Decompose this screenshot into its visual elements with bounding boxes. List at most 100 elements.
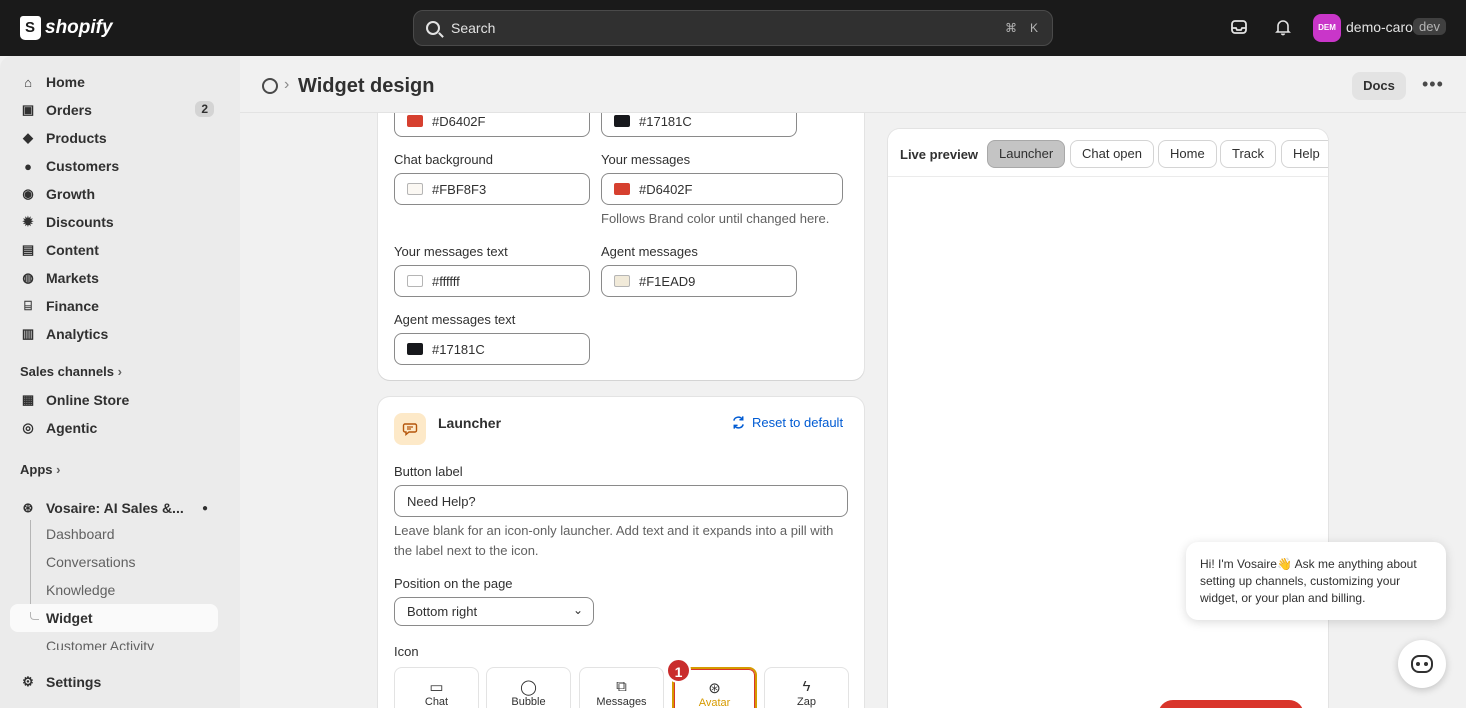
apps-heading[interactable]: Apps › (20, 462, 60, 477)
store-name[interactable]: demo-caro (1346, 19, 1413, 35)
launcher-pill-preview[interactable] (1158, 700, 1304, 708)
pin-dot-icon[interactable]: ● (202, 503, 208, 514)
live-preview-panel: Live preview Launcher Chat open Home Tra… (888, 129, 1328, 708)
sidebar-item-markets[interactable]: ◍ Markets (10, 264, 218, 292)
chevron-right-icon: › (117, 364, 122, 379)
button-label-input[interactable]: Need Help? (394, 485, 848, 517)
launcher-title: Launcher (438, 415, 502, 431)
sidebar-item-agentic[interactable]: ◎ Agentic (10, 414, 218, 442)
bank-icon: ⌸ (24, 298, 32, 313)
icon-option-chat[interactable]: ▭ Chat (394, 667, 479, 708)
cmd-key: ⌘ (1005, 21, 1017, 35)
greeting-bubble: Hi! I'm Vosaire👋 Ask me anything about s… (1186, 542, 1446, 620)
sidebar-item-content[interactable]: ▤ Content (10, 236, 218, 264)
your-messages-text-label: Your messages text (394, 244, 508, 259)
sidebar-sub-conversations[interactable]: Conversations (46, 554, 136, 570)
docs-button[interactable]: Docs (1352, 72, 1406, 100)
preview-tab-track[interactable]: Track (1220, 140, 1277, 168)
chat-background-field[interactable]: #FBF8F3 (394, 173, 590, 205)
logo-text: shopify (45, 17, 113, 38)
chat-icon: ▭ (429, 679, 444, 696)
agent-messages-field[interactable]: #F1EAD9 (601, 265, 797, 297)
preview-tab-chat-open[interactable]: Chat open (1070, 140, 1154, 168)
agent-messages-text-field[interactable]: #17181C (394, 333, 590, 365)
icon-option-zap[interactable]: ϟ Zap (764, 667, 849, 708)
store-icon: ▦ (21, 392, 35, 407)
shopify-bag-icon (20, 16, 41, 40)
sales-channels-heading[interactable]: Sales channels › (20, 364, 122, 379)
messages-icon: ⧉ (616, 678, 627, 695)
color-swatch[interactable] (407, 275, 423, 287)
sidebar-sub-customer-activity[interactable]: Customer Activity (46, 638, 154, 650)
inbox-icon[interactable] (1229, 18, 1249, 38)
content-icon: ▤ (21, 242, 35, 257)
button-label-label: Button label (394, 464, 463, 479)
sidebar-item-finance[interactable]: ⌸ Finance (10, 292, 218, 320)
position-label: Position on the page (394, 576, 513, 591)
page-title: Widget design (298, 75, 435, 97)
tree-elbow (30, 612, 39, 620)
more-actions-icon[interactable]: ••• (1422, 74, 1444, 95)
bot-icon: ⊛ (22, 500, 34, 515)
app-bot-icon[interactable] (262, 78, 278, 94)
agent-messages-label: Agent messages (601, 244, 698, 259)
icon-option-messages[interactable]: ⧉ Messages (579, 667, 664, 708)
breadcrumb-chevron-icon: › (284, 76, 290, 93)
chart-icon: ▥ (21, 326, 35, 341)
sidebar-item-settings[interactable]: ⚙ Settings (10, 668, 218, 696)
sidebar-item-analytics[interactable]: ▥ Analytics (10, 320, 218, 348)
preview-tab-home[interactable]: Home (1158, 140, 1217, 168)
sidebar-item-products[interactable]: ◆ Products (10, 124, 218, 152)
sidebar-item-discounts[interactable]: ✹ Discounts (10, 208, 218, 236)
sidebar-item-customers[interactable]: ● Customers (10, 152, 218, 180)
color-swatch[interactable] (407, 115, 423, 127)
search-bar[interactable]: Search ⌘ K (413, 10, 1053, 46)
bot-icon (1411, 655, 1433, 673)
color-swatch[interactable] (614, 183, 630, 195)
sidebar-item-growth[interactable]: ◉ Growth (10, 180, 218, 208)
position-select[interactable]: Bottom right ⌄ (394, 597, 594, 626)
bell-icon[interactable] (1273, 18, 1293, 38)
preview-tab-help[interactable]: Help (1281, 140, 1328, 168)
sidebar-item-online-store[interactable]: ▦ Online Store (10, 386, 218, 414)
color-swatch[interactable] (614, 275, 630, 287)
refresh-icon (733, 416, 744, 429)
chevron-down-icon: ⌄ (572, 603, 583, 617)
active-item-highlight (10, 604, 218, 632)
color-swatch[interactable] (407, 183, 423, 195)
store-avatar[interactable]: DEM (1313, 14, 1341, 42)
avatar-bot-icon: ⊛ (708, 680, 721, 697)
sidebar-item-vosaire-app[interactable]: ⊛ Vosaire: AI Sales &... ● (10, 494, 218, 522)
top-bar: shopify Search ⌘ K DEM demo-caro dev (0, 0, 1466, 56)
reset-to-default-button[interactable]: Reset to default (731, 415, 843, 430)
sidebar-sub-widget[interactable]: Widget (46, 610, 93, 626)
preview-title: Live preview (900, 147, 979, 162)
sidebar-item-home[interactable]: ⌂ Home (10, 68, 218, 96)
sidebar-sub-knowledge[interactable]: Knowledge (46, 582, 115, 598)
sidebar-item-orders[interactable]: ▣ Orders 2 (10, 96, 218, 124)
icon-label: Icon (394, 644, 419, 659)
bubble-icon: ◯ (520, 679, 537, 696)
zap-icon: ϟ (802, 678, 811, 695)
preview-header: Live preview Launcher Chat open Home Tra… (888, 129, 1328, 177)
your-messages-text-field[interactable]: #ffffff (394, 265, 590, 297)
your-messages-label: Your messages (601, 152, 691, 167)
globe-icon: ◍ (22, 270, 34, 285)
search-placeholder: Search (451, 20, 496, 36)
chat-launcher-bot-button[interactable] (1398, 640, 1446, 688)
icon-option-bubble[interactable]: ◯ Bubble (486, 667, 571, 708)
color-swatch[interactable] (614, 115, 630, 127)
gear-icon: ⚙ (22, 674, 34, 689)
your-messages-help: Follows Brand color until changed here. (601, 211, 830, 226)
preview-tab-launcher[interactable]: Launcher (987, 140, 1066, 168)
growth-icon: ◉ (22, 186, 34, 201)
color-swatch[interactable] (407, 343, 423, 355)
wave-emoji: 👋 (1276, 557, 1292, 571)
your-messages-field[interactable]: #D6402F (601, 173, 843, 205)
chat-bubble-icon (394, 413, 426, 445)
shopify-logo[interactable]: shopify (20, 16, 113, 40)
chat-background-label: Chat background (394, 152, 494, 167)
sidebar-sub-dashboard[interactable]: Dashboard (46, 526, 115, 542)
search-icon (426, 21, 440, 35)
person-icon: ● (24, 158, 32, 174)
